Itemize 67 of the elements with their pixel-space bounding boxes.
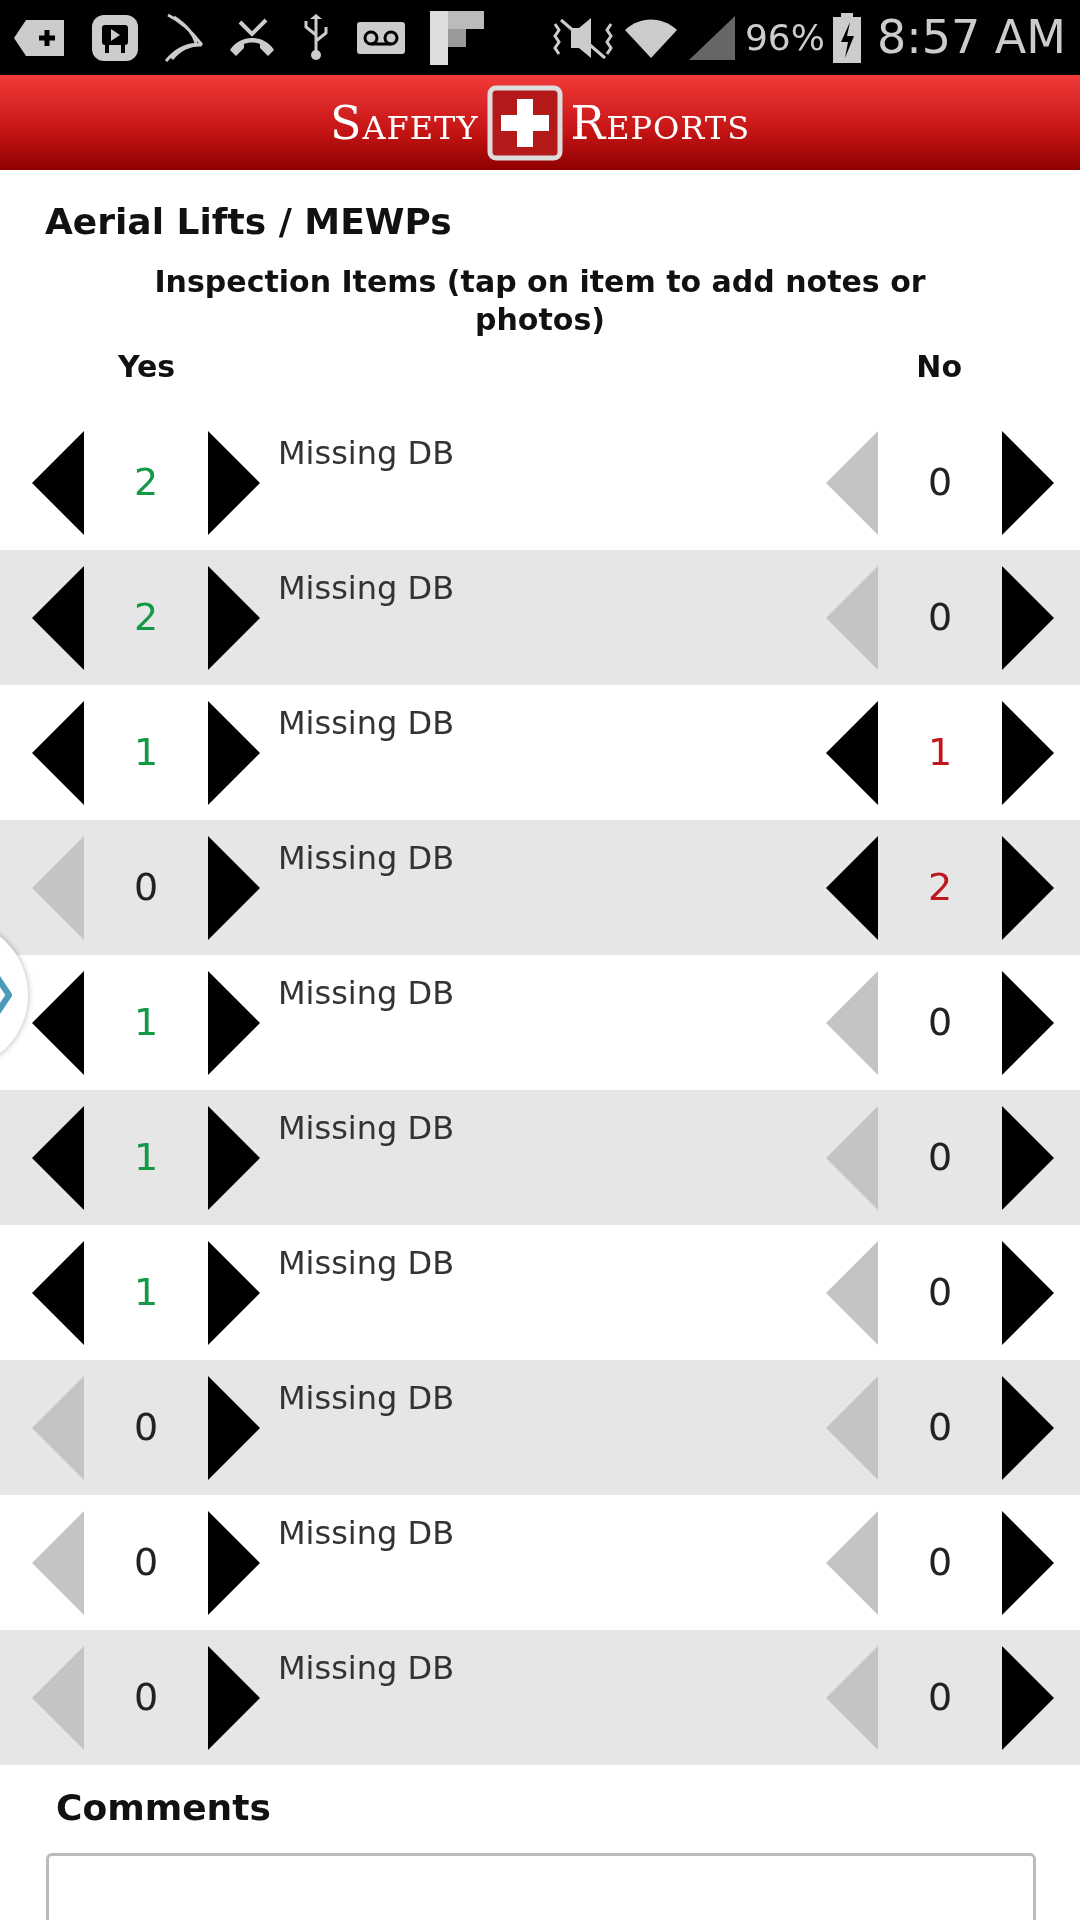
count-value: 0	[926, 1674, 954, 1722]
flipboard-icon	[430, 10, 484, 65]
app-icon	[90, 12, 140, 63]
column-header: Yes	[118, 348, 176, 387]
right-arrow-icon[interactable]	[206, 563, 262, 672]
comments-label: Comments	[55, 1786, 272, 1831]
right-arrow-icon[interactable]	[1000, 1373, 1056, 1482]
count-value: 0	[132, 1539, 160, 1587]
item-label[interactable]: Missing DB	[262, 415, 824, 478]
column-header: No	[916, 348, 962, 387]
clock-time: 8:57 AM	[876, 9, 1066, 66]
count-value: 1	[132, 999, 160, 1047]
right-arrow-icon[interactable]	[206, 833, 262, 942]
count-value: 0	[926, 1134, 954, 1182]
count-value: 1	[132, 1269, 160, 1317]
logo-text: Safety	[329, 99, 479, 146]
right-arrow-icon[interactable]	[206, 1373, 262, 1482]
count-value: 0	[926, 459, 954, 507]
right-arrow-icon[interactable]	[1000, 833, 1056, 942]
count-value: 0	[132, 864, 160, 912]
notification-plus-icon	[14, 17, 66, 58]
carrier-logo-icon	[164, 12, 204, 63]
right-arrow-icon[interactable]	[1000, 1643, 1056, 1752]
count-value: 0	[926, 594, 954, 642]
item-label[interactable]: Missing DB	[262, 1360, 824, 1423]
count-value: 0	[132, 1674, 160, 1722]
count-value: 2	[926, 864, 954, 912]
item-label[interactable]: Missing DB	[262, 1630, 824, 1693]
right-arrow-icon[interactable]	[206, 1508, 262, 1617]
section-heading: Inspection Items (tap on item to add notes or photos)	[153, 263, 927, 339]
right-arrow-icon[interactable]	[1000, 968, 1056, 1077]
battery-percent: 96%	[744, 15, 825, 60]
item-label[interactable]: Missing DB	[262, 550, 824, 613]
count-value: 0	[926, 1539, 954, 1587]
count-value: 2	[132, 459, 160, 507]
right-arrow-icon[interactable]	[206, 968, 262, 1077]
right-arrow-icon[interactable]	[206, 1643, 262, 1752]
right-arrow-icon[interactable]	[206, 698, 262, 807]
logo-text: Reports	[570, 99, 751, 146]
right-arrow-icon[interactable]	[1000, 1103, 1056, 1212]
count-value: 0	[926, 999, 954, 1047]
right-arrow-icon[interactable]	[206, 428, 262, 537]
battery-charging-icon	[832, 12, 861, 63]
item-label[interactable]: Missing DB	[262, 1225, 824, 1288]
missed-call-icon	[228, 17, 276, 58]
item-label[interactable]: Missing DB	[262, 955, 824, 1018]
right-arrow-icon[interactable]	[1000, 428, 1056, 537]
item-label[interactable]: Missing DB	[262, 685, 824, 748]
item-label[interactable]: Missing DB	[262, 1090, 824, 1153]
voicemail-icon	[356, 19, 406, 56]
count-value: 2	[132, 594, 160, 642]
count-value: 1	[132, 1134, 160, 1182]
count-value: 1	[132, 729, 160, 777]
page-title: Aerial Lifts / MEWPs	[44, 200, 453, 244]
right-arrow-icon[interactable]	[1000, 563, 1056, 672]
count-value: 1	[926, 729, 954, 777]
right-arrow-icon[interactable]	[206, 1103, 262, 1212]
count-value: 0	[926, 1269, 954, 1317]
count-value: 0	[926, 1404, 954, 1452]
right-arrow-icon[interactable]	[1000, 698, 1056, 807]
right-arrow-icon[interactable]	[1000, 1238, 1056, 1347]
right-arrow-icon[interactable]	[1000, 1508, 1056, 1617]
right-arrow-icon[interactable]	[206, 1238, 262, 1347]
item-label[interactable]: Missing DB	[262, 1495, 824, 1558]
cross-logo-icon	[486, 84, 563, 161]
count-value: 0	[132, 1404, 160, 1452]
item-label[interactable]: Missing DB	[262, 820, 824, 883]
